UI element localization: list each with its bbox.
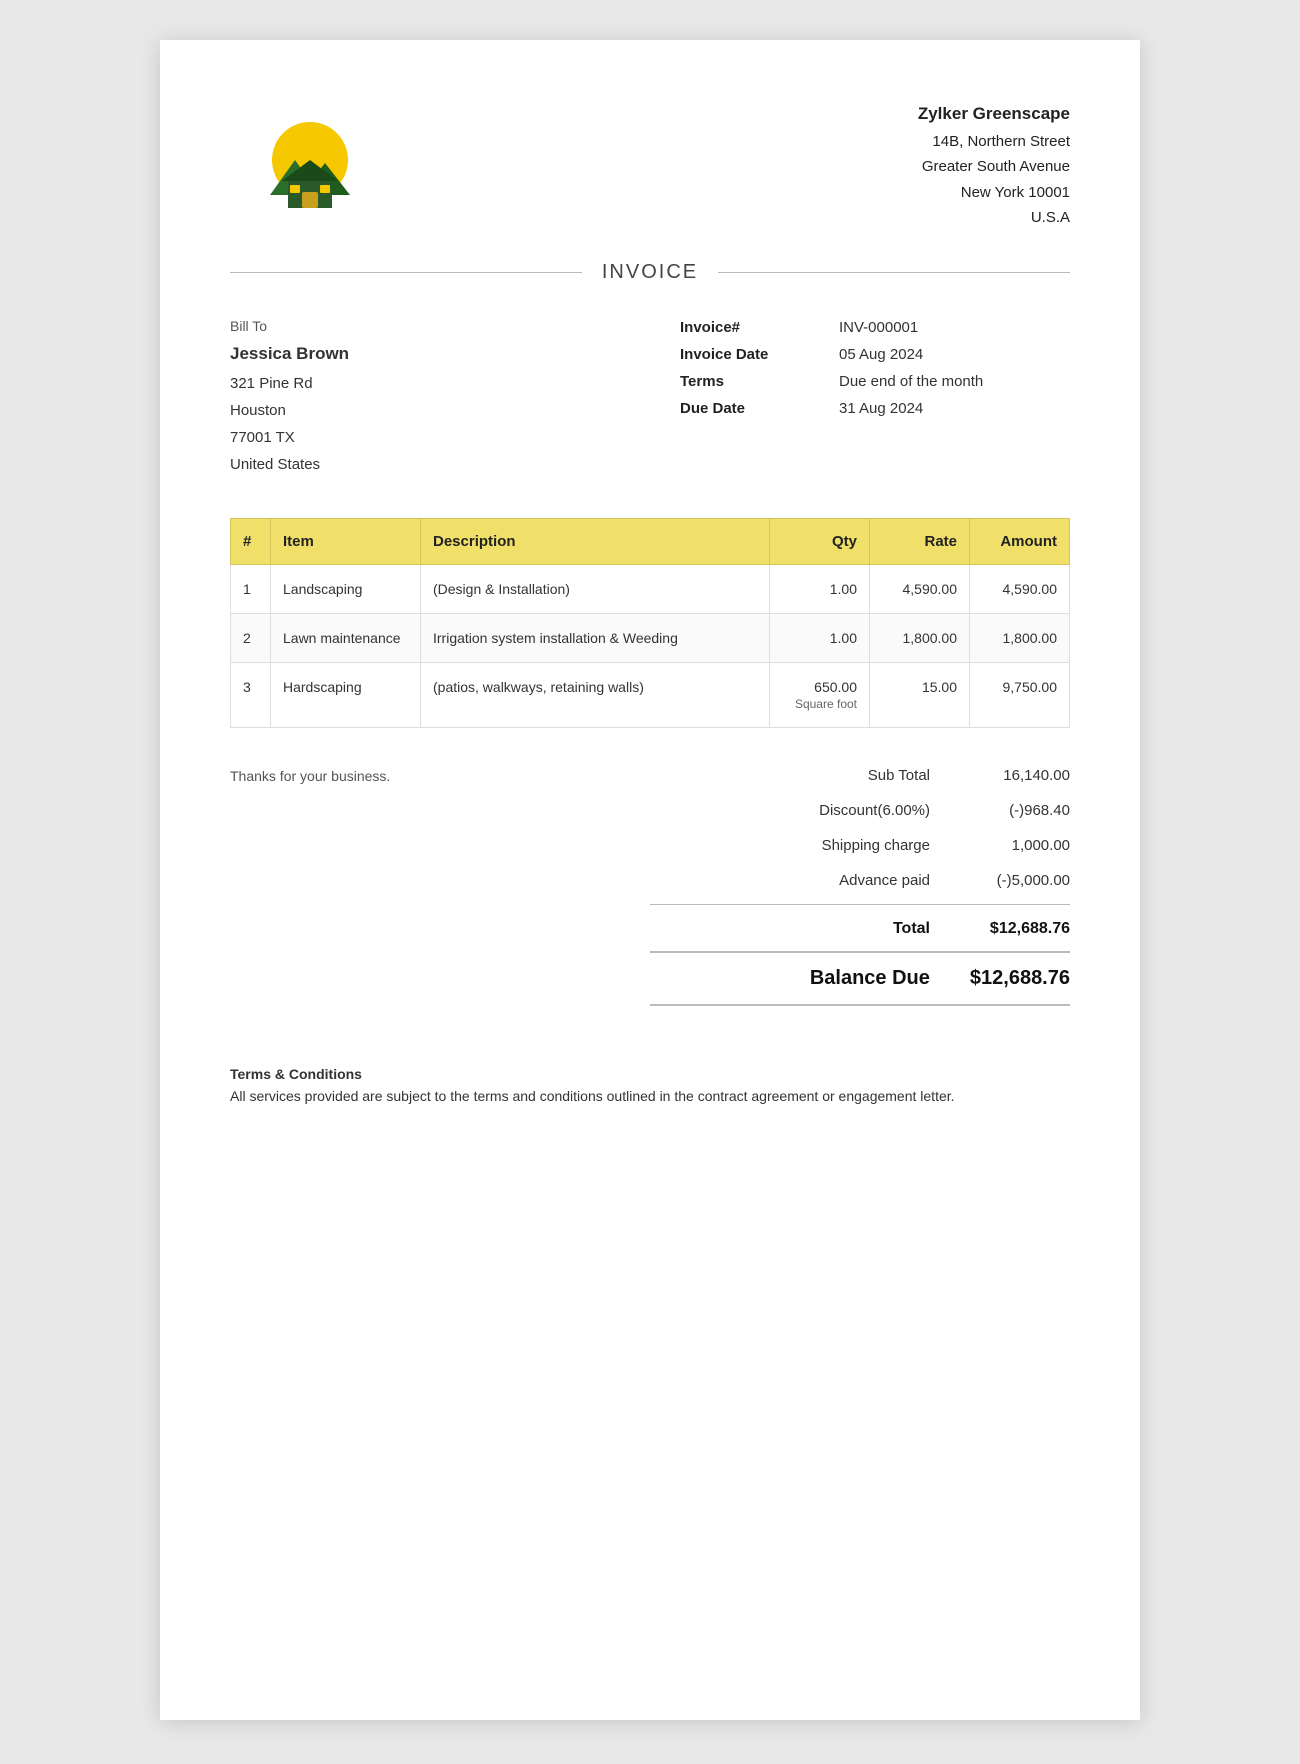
row-qty: 1.00 (770, 613, 870, 662)
row-num: 1 (231, 564, 271, 613)
shipping-label: Shipping charge (650, 837, 970, 854)
divider-right (718, 272, 1070, 273)
col-qty-header: Qty (770, 518, 870, 564)
invoice-terms-value: Due end of the month (829, 368, 1070, 395)
table-row: 1 Landscaping (Design & Installation) 1.… (231, 564, 1070, 613)
company-logo (240, 105, 380, 225)
thanks-text: Thanks for your business. (230, 758, 390, 784)
row-amount: 9,750.00 (970, 662, 1070, 727)
logo-area (230, 100, 390, 230)
row-amount: 4,590.00 (970, 564, 1070, 613)
invoice-number-label: Invoice# (670, 314, 829, 341)
totals-section: Sub Total 16,140.00 Discount(6.00%) (-)9… (650, 758, 1070, 1006)
divider-left (230, 272, 582, 273)
subtotal-label: Sub Total (650, 767, 970, 784)
company-address3: New York 10001 (918, 180, 1070, 206)
invoice-title-row: INVOICE (230, 261, 1070, 284)
invoice-terms-row: Terms Due end of the month (670, 368, 1070, 395)
terms-section: Terms & Conditions All services provided… (230, 1066, 1070, 1104)
advance-row: Advance paid (-)5,000.00 (650, 863, 1070, 898)
row-num: 3 (231, 662, 271, 727)
invoice-due-date-row: Due Date 31 Aug 2024 (670, 395, 1070, 422)
items-table: # Item Description Qty Rate Amount 1 Lan… (230, 518, 1070, 728)
row-desc: (Design & Installation) (421, 564, 770, 613)
bill-details-row: Bill To Jessica Brown 321 Pine Rd Housto… (230, 314, 1070, 478)
bill-address3: 77001 TX (230, 424, 349, 451)
advance-value: (-)5,000.00 (970, 872, 1070, 889)
company-name: Zylker Greenscape (918, 100, 1070, 129)
customer-name: Jessica Brown (230, 339, 349, 370)
bill-address1: 321 Pine Rd (230, 370, 349, 397)
col-num-header: # (231, 518, 271, 564)
balance-due-label: Balance Due (650, 967, 970, 990)
balance-due-row: Balance Due $12,688.76 (650, 951, 1070, 1006)
bill-address4: United States (230, 451, 349, 478)
discount-label: Discount(6.00%) (650, 802, 970, 819)
row-qty: 650.00 Square foot (770, 662, 870, 727)
shipping-row: Shipping charge 1,000.00 (650, 828, 1070, 863)
bill-address2: Houston (230, 397, 349, 424)
invoice-date-row: Invoice Date 05 Aug 2024 (670, 341, 1070, 368)
row-desc: (patios, walkways, retaining walls) (421, 662, 770, 727)
table-row: 2 Lawn maintenance Irrigation system ins… (231, 613, 1070, 662)
invoice-title: INVOICE (582, 261, 718, 284)
table-header-row: # Item Description Qty Rate Amount (231, 518, 1070, 564)
col-rate-header: Rate (870, 518, 970, 564)
total-row: Total $12,688.76 (650, 911, 1070, 947)
footer-section: Thanks for your business. Sub Total 16,1… (230, 758, 1070, 1006)
qty-val: 1.00 (830, 581, 857, 597)
table-row: 3 Hardscaping (patios, walkways, retaini… (231, 662, 1070, 727)
company-info: Zylker Greenscape 14B, Northern Street G… (918, 100, 1070, 231)
total-label: Total (650, 920, 970, 938)
shipping-value: 1,000.00 (970, 837, 1070, 854)
total-value: $12,688.76 (970, 920, 1070, 938)
company-address2: Greater South Avenue (918, 154, 1070, 180)
balance-due-value: $12,688.76 (970, 967, 1070, 990)
col-amount-header: Amount (970, 518, 1070, 564)
company-address1: 14B, Northern Street (918, 129, 1070, 155)
invoice-details-section: Invoice# INV-000001 Invoice Date 05 Aug … (670, 314, 1070, 478)
header: Zylker Greenscape 14B, Northern Street G… (230, 100, 1070, 231)
col-desc-header: Description (421, 518, 770, 564)
row-desc: Irrigation system installation & Weeding (421, 613, 770, 662)
row-amount: 1,800.00 (970, 613, 1070, 662)
invoice-due-date-label: Due Date (670, 395, 829, 422)
bill-to-section: Bill To Jessica Brown 321 Pine Rd Housto… (230, 314, 349, 478)
row-rate: 1,800.00 (870, 613, 970, 662)
qty-val: 1.00 (830, 630, 857, 646)
advance-label: Advance paid (650, 872, 970, 889)
terms-title: Terms & Conditions (230, 1066, 1070, 1082)
subtotal-value: 16,140.00 (970, 767, 1070, 784)
invoice-details-table: Invoice# INV-000001 Invoice Date 05 Aug … (670, 314, 1070, 422)
invoice-number-row: Invoice# INV-000001 (670, 314, 1070, 341)
discount-value: (-)968.40 (970, 802, 1070, 819)
invoice-date-label: Invoice Date (670, 341, 829, 368)
totals-divider (650, 904, 1070, 905)
row-qty: 1.00 (770, 564, 870, 613)
qty-line2: Square foot (795, 697, 857, 711)
row-item: Hardscaping (271, 662, 421, 727)
subtotal-row: Sub Total 16,140.00 (650, 758, 1070, 793)
col-item-header: Item (271, 518, 421, 564)
invoice-page: Zylker Greenscape 14B, Northern Street G… (160, 40, 1140, 1720)
row-rate: 4,590.00 (870, 564, 970, 613)
row-item: Lawn maintenance (271, 613, 421, 662)
bill-to-label: Bill To (230, 314, 349, 339)
invoice-number-value: INV-000001 (829, 314, 1070, 341)
company-address4: U.S.A (918, 205, 1070, 231)
terms-text: All services provided are subject to the… (230, 1088, 1070, 1104)
row-item: Landscaping (271, 564, 421, 613)
invoice-due-date-value: 31 Aug 2024 (829, 395, 1070, 422)
invoice-terms-label: Terms (670, 368, 829, 395)
row-num: 2 (231, 613, 271, 662)
row-rate: 15.00 (870, 662, 970, 727)
qty-line1: 650.00 (814, 679, 857, 695)
discount-row: Discount(6.00%) (-)968.40 (650, 793, 1070, 828)
invoice-date-value: 05 Aug 2024 (829, 341, 1070, 368)
